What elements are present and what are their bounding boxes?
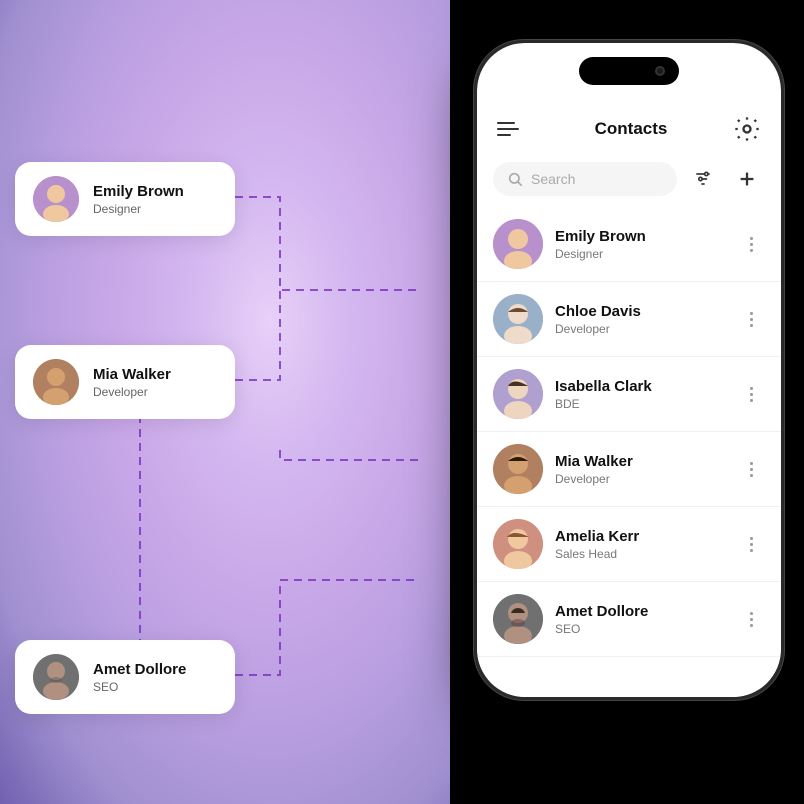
card-amet-info: Amet Dollore SEO: [93, 661, 186, 694]
contact-info-chloe: Chloe Davis Developer: [555, 303, 725, 336]
card-emily-info: Emily Brown Designer: [93, 183, 184, 216]
contact-info-emily: Emily Brown Designer: [555, 228, 725, 261]
menu-line-1: [497, 122, 515, 124]
more-button-amet[interactable]: [737, 605, 765, 633]
phone-mockup: Contacts Search: [474, 40, 784, 700]
card-amet[interactable]: Amet Dollore SEO: [15, 640, 235, 714]
contact-item-mia[interactable]: Mia Walker Developer: [477, 432, 781, 507]
dot: [750, 243, 753, 246]
dynamic-island: [579, 57, 679, 85]
search-icon: [507, 171, 523, 187]
avatar-isabella: [493, 369, 543, 419]
contact-list: Emily Brown Designer: [477, 207, 781, 657]
contact-item-isabella[interactable]: Isabella Clark BDE: [477, 357, 781, 432]
card-emily-avatar: [33, 176, 79, 222]
contact-role-isabella: BDE: [555, 397, 725, 411]
phone-header: Contacts: [477, 101, 781, 153]
filter-button[interactable]: [685, 161, 721, 197]
dot: [750, 399, 753, 402]
menu-button[interactable]: [497, 113, 529, 145]
phone-screen: Contacts Search: [477, 43, 781, 697]
dot: [750, 387, 753, 390]
dot: [750, 324, 753, 327]
avatar-chloe: [493, 294, 543, 344]
search-container: Search: [477, 153, 781, 207]
contact-item-emily[interactable]: Emily Brown Designer: [477, 207, 781, 282]
contact-name-emily: Emily Brown: [555, 228, 725, 245]
more-button-mia[interactable]: [737, 455, 765, 483]
dot: [750, 468, 753, 471]
dot: [750, 618, 753, 621]
more-button-isabella[interactable]: [737, 380, 765, 408]
dot: [750, 537, 753, 540]
contact-item-chloe[interactable]: Chloe Davis Developer: [477, 282, 781, 357]
dot: [750, 612, 753, 615]
card-amet-name: Amet Dollore: [93, 661, 186, 678]
contacts-title: Contacts: [595, 119, 668, 139]
settings-button[interactable]: [733, 115, 761, 143]
contact-role-amet: SEO: [555, 622, 725, 636]
contact-role-mia: Developer: [555, 472, 725, 486]
card-amet-avatar: [33, 654, 79, 700]
contact-name-chloe: Chloe Davis: [555, 303, 725, 320]
dot: [750, 249, 753, 252]
avatar-emily: [493, 219, 543, 269]
dot: [750, 312, 753, 315]
card-amet-role: SEO: [93, 680, 186, 694]
search-input[interactable]: Search: [531, 171, 575, 187]
dot: [750, 624, 753, 627]
contact-name-mia: Mia Walker: [555, 453, 725, 470]
phone-content: Contacts Search: [477, 101, 781, 697]
card-mia-name: Mia Walker: [93, 366, 171, 383]
contact-info-mia: Mia Walker Developer: [555, 453, 725, 486]
more-button-amelia[interactable]: [737, 530, 765, 558]
contact-name-isabella: Isabella Clark: [555, 378, 725, 395]
menu-line-3: [497, 134, 511, 136]
add-contact-button[interactable]: [729, 161, 765, 197]
card-mia[interactable]: Mia Walker Developer: [15, 345, 235, 419]
dot: [750, 549, 753, 552]
filter-icon: [693, 169, 713, 189]
phone-shell: Contacts Search: [474, 40, 784, 700]
contact-name-amelia: Amelia Kerr: [555, 528, 725, 545]
avatar-mia: [493, 444, 543, 494]
contact-item-amelia[interactable]: Amelia Kerr Sales Head: [477, 507, 781, 582]
dot: [750, 474, 753, 477]
avatar-amelia: [493, 519, 543, 569]
add-icon: [736, 168, 758, 190]
dot: [750, 543, 753, 546]
contact-name-amet: Amet Dollore: [555, 603, 725, 620]
search-bar[interactable]: Search: [493, 162, 677, 196]
card-emily[interactable]: Emily Brown Designer: [15, 162, 235, 236]
contact-item-amet[interactable]: Amet Dollore SEO: [477, 582, 781, 657]
card-mia-avatar: [33, 359, 79, 405]
contact-role-chloe: Developer: [555, 322, 725, 336]
card-mia-info: Mia Walker Developer: [93, 366, 171, 399]
menu-line-2: [497, 128, 519, 130]
card-emily-name: Emily Brown: [93, 183, 184, 200]
more-button-emily[interactable]: [737, 230, 765, 258]
contact-info-isabella: Isabella Clark BDE: [555, 378, 725, 411]
camera-dot: [655, 66, 665, 76]
avatar-amet: [493, 594, 543, 644]
card-emily-role: Designer: [93, 202, 184, 216]
contact-role-emily: Designer: [555, 247, 725, 261]
more-button-chloe[interactable]: [737, 305, 765, 333]
contact-role-amelia: Sales Head: [555, 547, 725, 561]
dot: [750, 318, 753, 321]
dot: [750, 237, 753, 240]
contact-info-amet: Amet Dollore SEO: [555, 603, 725, 636]
card-mia-role: Developer: [93, 385, 171, 399]
contact-info-amelia: Amelia Kerr Sales Head: [555, 528, 725, 561]
dot: [750, 462, 753, 465]
dot: [750, 393, 753, 396]
